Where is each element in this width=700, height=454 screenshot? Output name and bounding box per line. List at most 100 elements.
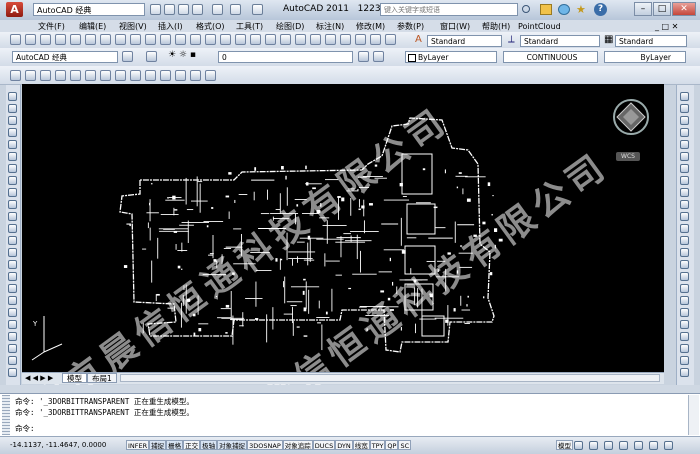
toolbar-button-icon[interactable] (70, 34, 81, 45)
menu-modify[interactable]: 修改(M) (356, 21, 385, 32)
toolbar-button-icon[interactable] (310, 34, 321, 45)
toolbar-button-icon[interactable] (130, 70, 141, 81)
toolbar-button-icon[interactable] (8, 356, 17, 365)
toolbar-button-icon[interactable] (680, 368, 689, 377)
toolbar-button-icon[interactable] (8, 152, 17, 161)
menu-pointcloud[interactable]: PointCloud (518, 21, 561, 32)
communication-icon[interactable] (558, 4, 570, 15)
toolbar-button-icon[interactable] (175, 34, 186, 45)
toolbar-button-icon[interactable] (340, 34, 351, 45)
toolbar-button-icon[interactable] (8, 176, 17, 185)
status-toggle[interactable]: DUCS (312, 440, 336, 450)
save-icon[interactable] (178, 4, 189, 15)
toolbar-button-icon[interactable] (8, 332, 17, 341)
toolbar-button-icon[interactable] (130, 34, 141, 45)
toolbar-button-icon[interactable] (25, 70, 36, 81)
toolbar-button-icon[interactable] (680, 104, 689, 113)
toolbar-button-icon[interactable] (115, 70, 126, 81)
toolbar-button-icon[interactable] (25, 34, 36, 45)
menu-help[interactable]: 帮助(H) (482, 21, 510, 32)
subscription-icon[interactable] (540, 4, 552, 15)
toolbar-button-icon[interactable] (85, 34, 96, 45)
status-toggle[interactable]: SC (398, 440, 412, 450)
status-toggle[interactable]: 对象捕捉 (217, 440, 248, 450)
toolbar-button-icon[interactable] (8, 308, 17, 317)
status-tray-icon[interactable] (604, 441, 613, 450)
toolbar-button-icon[interactable] (680, 128, 689, 137)
toolbar-button-icon[interactable] (680, 188, 689, 197)
toolbar-button-icon[interactable] (70, 70, 81, 81)
layer-manager-icon[interactable] (146, 51, 157, 62)
status-toggle[interactable]: 极轴 (200, 440, 218, 450)
tab-layout1[interactable]: 布局1 (87, 373, 117, 383)
tab-model[interactable]: 模型 (62, 373, 87, 383)
toolbar-button-icon[interactable] (8, 104, 17, 113)
toolbar-button-icon[interactable] (8, 368, 17, 377)
toolbar-button-icon[interactable] (680, 332, 689, 341)
color-dropdown[interactable]: ByLayer (405, 51, 497, 63)
command-window-grip[interactable] (2, 395, 10, 435)
status-toggle[interactable]: 捕捉 (149, 440, 167, 450)
status-toggle[interactable]: QP (385, 440, 399, 450)
toolbar-button-icon[interactable] (355, 34, 366, 45)
linetype-dropdown[interactable]: CONTINUOUS (503, 51, 598, 63)
status-toggle[interactable]: 3DOSNAP (247, 440, 283, 450)
menu-draw[interactable]: 绘图(D) (276, 21, 304, 32)
help-icon[interactable]: ? (594, 3, 607, 16)
workspace-settings-icon[interactable] (122, 51, 133, 62)
toolbar-button-icon[interactable] (680, 152, 689, 161)
toolbar-button-icon[interactable] (680, 140, 689, 149)
status-toggle[interactable]: DYN (335, 440, 353, 450)
toolbar-button-icon[interactable] (10, 34, 21, 45)
redo-icon[interactable] (230, 4, 241, 15)
toolbar-button-icon[interactable] (160, 34, 171, 45)
layer-dropdown[interactable]: 0 (218, 51, 353, 63)
tab-nav-arrows[interactable]: ◀ ◀ ▶ ▶ (25, 373, 53, 383)
toolbar-button-icon[interactable] (205, 34, 216, 45)
toolbar-button-icon[interactable] (190, 34, 201, 45)
coordinates-readout[interactable]: -14.1137, -11.4647, 0.0000 (10, 440, 106, 450)
workspace-combo[interactable]: AutoCAD 经典 (12, 51, 118, 63)
toolbar-button-icon[interactable] (235, 34, 246, 45)
toolbar-button-icon[interactable] (160, 70, 171, 81)
workspace-dropdown[interactable]: AutoCAD 经典 (33, 3, 145, 16)
toolbar-button-icon[interactable] (680, 356, 689, 365)
toolbar-button-icon[interactable] (8, 320, 17, 329)
status-tray-icon[interactable] (574, 441, 583, 450)
toolbar-button-icon[interactable] (265, 34, 276, 45)
app-logo-icon[interactable]: A (6, 2, 23, 17)
toolbar-button-icon[interactable] (295, 34, 306, 45)
toolbar-button-icon[interactable] (8, 92, 17, 101)
toolbar-button-icon[interactable] (8, 296, 17, 305)
toolbar-button-icon[interactable] (8, 284, 17, 293)
toolbar-button-icon[interactable] (680, 176, 689, 185)
menu-view[interactable]: 视图(V) (119, 21, 147, 32)
layer-previous-icon[interactable] (373, 51, 384, 62)
status-tray-icon[interactable] (649, 441, 658, 450)
status-tray-icon[interactable] (634, 441, 643, 450)
status-tray-icon[interactable] (664, 441, 673, 450)
toolbar-button-icon[interactable] (115, 34, 126, 45)
menu-insert[interactable]: 插入(I) (158, 21, 183, 32)
toolbar-button-icon[interactable] (280, 34, 291, 45)
toolbar-button-icon[interactable] (100, 70, 111, 81)
toolbar-button-icon[interactable] (680, 116, 689, 125)
status-toggle[interactable]: INFER (126, 440, 150, 450)
toolbar-button-icon[interactable] (8, 164, 17, 173)
toolbar-button-icon[interactable] (8, 236, 17, 245)
toolbar-button-icon[interactable] (250, 34, 261, 45)
wcs-label[interactable]: WCS (616, 152, 640, 161)
command-splitter[interactable] (0, 385, 700, 393)
toolbar-button-icon[interactable] (680, 236, 689, 245)
status-toggle[interactable]: 对象追踪 (282, 440, 313, 450)
toolbar-button-icon[interactable] (10, 70, 21, 81)
model-space-button[interactable]: 模型 (556, 440, 573, 450)
lineweight-dropdown[interactable]: ByLayer (604, 51, 686, 63)
toolbar-button-icon[interactable] (8, 248, 17, 257)
toolbar-button-icon[interactable] (680, 200, 689, 209)
toolbar-button-icon[interactable] (55, 70, 66, 81)
toolbar-button-icon[interactable] (8, 212, 17, 221)
toolbar-button-icon[interactable] (680, 260, 689, 269)
toolbar-button-icon[interactable] (8, 272, 17, 281)
toolbar-button-icon[interactable] (680, 92, 689, 101)
